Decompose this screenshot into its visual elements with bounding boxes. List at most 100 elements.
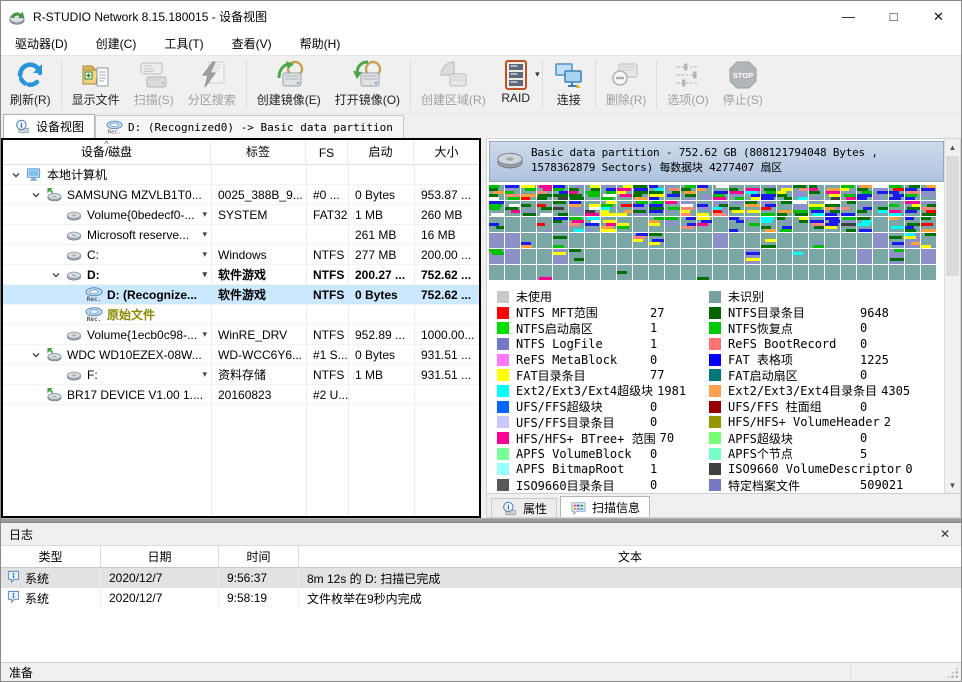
chevron-down-icon[interactable] <box>27 350 45 360</box>
scan-block <box>777 217 792 232</box>
close-button[interactable]: ✕ <box>916 1 961 32</box>
scan-block <box>585 201 600 216</box>
cell-label <box>211 165 306 184</box>
log-row[interactable]: 系统2020/12/79:56:378m 12s 的 D: 扫描已完成 <box>1 568 961 588</box>
scroll-thumb[interactable] <box>946 156 959 276</box>
maximize-button[interactable]: □ <box>871 1 916 32</box>
scan-block <box>505 201 520 216</box>
tab-scan-info[interactable]: 扫描信息 <box>560 496 650 517</box>
cell-dropdown-icon[interactable]: ▾ <box>202 329 211 340</box>
column-header-device[interactable]: ^ 设备/磁盘 <box>3 140 211 164</box>
connect-button[interactable]: 连接 <box>546 56 592 113</box>
scan-block <box>777 265 792 280</box>
refresh-button[interactable]: 刷新(R) <box>3 56 58 113</box>
tree-row[interactable]: 本地计算机 <box>3 165 479 185</box>
scan-block <box>697 217 712 232</box>
tab-device-view[interactable]: i 设备视图 <box>3 114 95 138</box>
log-column-text[interactable]: 文本 <box>299 546 961 567</box>
tree-row[interactable]: Microsoft reserve...▾261 MB16 MB <box>3 225 479 245</box>
scan-block <box>601 233 616 248</box>
scan-block <box>889 217 904 232</box>
device-name: 本地计算机 <box>47 166 107 183</box>
open-image-button[interactable]: 打开镜像(O) <box>328 56 407 113</box>
scan-block <box>537 217 552 232</box>
resize-grip-icon[interactable] <box>946 666 959 679</box>
cell-dropdown-icon[interactable]: ▾ <box>202 209 211 220</box>
tree-row[interactable]: BR17 DEVICE V1.00 1....20160823#2 U... <box>3 385 479 405</box>
menu-view[interactable]: 查看(V) <box>218 32 286 55</box>
log-row[interactable]: 系统2020/12/79:58:19文件枚举在9秒内完成 <box>1 588 961 608</box>
chevron-down-icon[interactable] <box>27 190 45 200</box>
show-files-button[interactable]: 显示文件 <box>65 56 127 113</box>
legend-label: APFS个节点 <box>728 445 856 462</box>
partition-search-button: 分区搜索 <box>181 56 243 113</box>
scan-block <box>681 265 696 280</box>
scan-block <box>681 201 696 216</box>
legend-count: 0 <box>650 415 657 429</box>
rec-icon: Rec. <box>85 287 106 302</box>
scroll-up-icon[interactable]: ▲ <box>945 139 960 155</box>
tree-row[interactable]: Volume{0bedecf0-...▾SYSTEMFAT321 MB260 M… <box>3 205 479 225</box>
tree-row[interactable]: SAMSUNG MZVLB1T0...0025_388B_9...#0 ...0… <box>3 185 479 205</box>
menu-tools[interactable]: 工具(T) <box>150 32 217 55</box>
partition-icon <box>65 227 86 242</box>
menu-help[interactable]: 帮助(H) <box>286 32 355 55</box>
log-column-time[interactable]: 时间 <box>219 546 299 567</box>
legend-item: NTFS MFT范围27 <box>497 305 709 321</box>
scan-block <box>521 265 536 280</box>
tree-row[interactable]: F:▾资料存储NTFS1 MB931.51 ... <box>3 365 479 385</box>
legend-item: APFS超级块0 <box>709 430 944 446</box>
cell-device: Microsoft reserve...▾ <box>3 225 211 244</box>
minimize-button[interactable]: — <box>826 1 871 32</box>
cell-dropdown-icon[interactable]: ▾ <box>202 269 211 280</box>
scan-block <box>825 201 840 216</box>
legend-count: 0 <box>860 337 867 351</box>
column-header-fs[interactable]: FS <box>306 140 348 164</box>
chevron-down-icon[interactable] <box>47 270 65 280</box>
tree-row[interactable]: Rec.D: (Recognize...软件游戏NTFS0 Bytes752.6… <box>3 285 479 305</box>
scan-block <box>633 233 648 248</box>
scan-block <box>649 185 664 200</box>
raid-button[interactable]: ▾RAID <box>493 56 539 113</box>
tab-properties[interactable]: i 属性 <box>491 498 557 517</box>
legend-count: 1 <box>650 321 657 335</box>
toolbar-separator <box>542 60 543 109</box>
create-image-button[interactable]: 创建镜像(E) <box>250 56 328 113</box>
scan-block <box>905 233 920 248</box>
tree-row[interactable]: D:▾软件游戏NTFS200.27 ...752.62 ... <box>3 265 479 285</box>
menu-drive[interactable]: 驱动器(D) <box>1 32 82 55</box>
cell-dropdown-icon[interactable]: ▾ <box>202 249 211 260</box>
tree-row[interactable]: C:▾WindowsNTFS277 MB200.00 ... <box>3 245 479 265</box>
cell-dropdown-icon[interactable]: ▾ <box>202 229 211 240</box>
scroll-down-icon[interactable]: ▼ <box>945 477 960 493</box>
show-files-label: 显示文件 <box>72 91 120 108</box>
tree-row[interactable]: Rec.原始文件 <box>3 305 479 325</box>
scan-block <box>649 201 664 216</box>
scan-block <box>681 217 696 232</box>
cell-fs: NTFS <box>306 245 348 264</box>
cell-boot: 0 Bytes <box>348 185 414 204</box>
column-header-boot[interactable]: 启动 <box>348 140 414 164</box>
log-close-icon[interactable]: ✕ <box>937 527 953 541</box>
column-header-size[interactable]: 大小 <box>414 140 479 164</box>
tree-row[interactable]: WDC WD10EZEX-08W...WD-WCC6Y6...#1 S...0 … <box>3 345 479 365</box>
legend-item: Ext2/Ext3/Ext4目录条目4305 <box>709 383 944 399</box>
scroll-track[interactable] <box>945 155 960 477</box>
cell-device: WDC WD10EZEX-08W... <box>3 345 211 364</box>
cell-dropdown-icon[interactable]: ▾ <box>202 369 211 380</box>
chevron-down-icon[interactable] <box>7 170 25 180</box>
tab-device-view-label: 设备视图 <box>36 118 84 135</box>
dropdown-arrow-icon[interactable]: ▾ <box>535 69 540 80</box>
tab-recognized-partition[interactable]: Rec. D: (Recognized0) -> Basic data part… <box>95 115 404 138</box>
log-column-type[interactable]: 类型 <box>1 546 101 567</box>
scrollbar[interactable]: ▲ ▼ <box>944 139 960 493</box>
log-column-date[interactable]: 日期 <box>101 546 219 567</box>
scan-block <box>777 249 792 264</box>
column-header-label[interactable]: 标签 <box>211 140 306 164</box>
scan-block <box>761 201 776 216</box>
cell-size: 1000.00... <box>414 325 479 344</box>
tree-row[interactable]: Volume{1ecb0c98-...▾WinRE_DRVNTFS952.89 … <box>3 325 479 345</box>
legend-swatch <box>497 338 509 350</box>
svg-text:Rec.: Rec. <box>108 129 122 134</box>
menu-create[interactable]: 创建(C) <box>82 32 151 55</box>
